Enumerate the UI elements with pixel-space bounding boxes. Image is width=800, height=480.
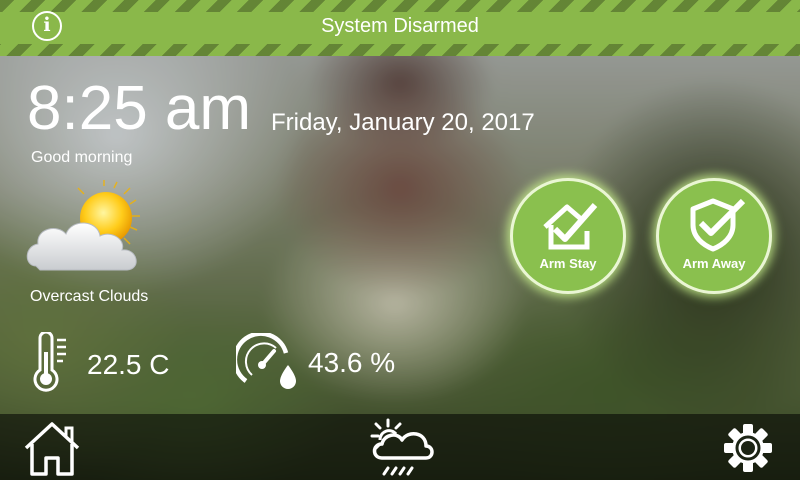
home-icon[interactable]: [22, 420, 82, 478]
arm-away-label: Arm Away: [682, 256, 746, 271]
system-status-title: System Disarmed: [321, 15, 479, 37]
house-check-icon: [543, 203, 598, 250]
status-bar: i System Disarmed: [0, 0, 800, 56]
gear-icon[interactable]: [722, 422, 774, 474]
arm-stay-button[interactable]: Arm Stay: [510, 178, 626, 294]
weather-condition: Overcast Clouds: [30, 288, 149, 305]
temperature-value: 22.5 C: [87, 349, 170, 380]
greeting-text: Good morning: [31, 149, 133, 166]
weather-icon[interactable]: [366, 418, 436, 478]
arm-stay-label: Arm Stay: [539, 256, 597, 271]
partly-cloudy-sun-icon: [26, 180, 140, 271]
clock-time: 8:25 am: [27, 74, 252, 143]
humidity-gauge-icon: [236, 333, 296, 389]
arm-away-button[interactable]: Arm Away: [656, 178, 772, 294]
humidity-value: 43.6 %: [308, 347, 396, 378]
clock-date: Friday, January 20, 2017: [271, 109, 535, 136]
thermometer-icon: [33, 332, 66, 392]
bottom-nav-bar: [0, 414, 800, 480]
shield-check-icon: [690, 198, 746, 252]
